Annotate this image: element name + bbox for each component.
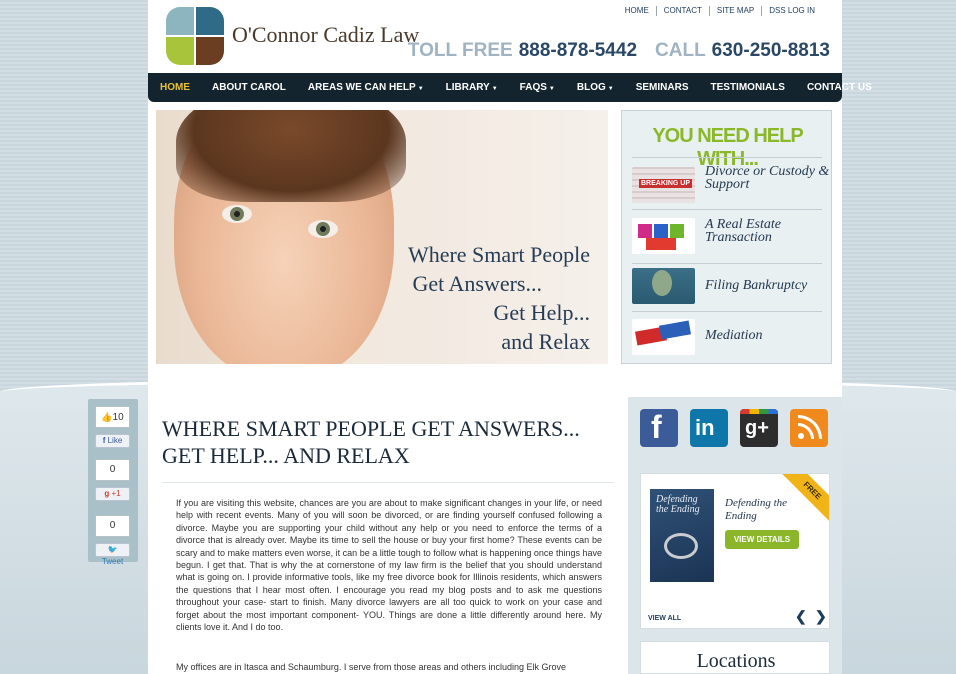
tweet-button[interactable]: 🐦 Tweet [95, 543, 130, 566]
help-item-label: Filing Bankruptcy [705, 278, 808, 293]
googleplus-icon[interactable]: g+ [740, 409, 778, 447]
facebook-icon: f [102, 436, 106, 445]
facebook-like-count: 👍10 [95, 406, 130, 428]
help-item-real-estate[interactable]: A Real Estate Transaction [632, 212, 827, 256]
gplus-button[interactable]: g +1 [95, 487, 130, 501]
google-icon: g [104, 489, 110, 498]
book-cover[interactable]: Defending the Ending [650, 489, 714, 582]
thumbs-up-icon: 👍 [101, 412, 113, 422]
breaking-up-thumb-icon: BREAKING UP [632, 167, 695, 203]
eye-icon [222, 205, 252, 223]
nav-home[interactable]: HOME [160, 82, 190, 93]
ring-icon [664, 533, 698, 559]
intro-paragraph: If you are visiting this website, chance… [176, 498, 602, 633]
share-widget: 👍10 f Like 0 g +1 0 🐦 Tweet [88, 399, 138, 566]
hero-line-2: Get Answers... [412, 271, 542, 296]
chevron-down-icon: ▼ [491, 86, 498, 92]
phone-numbers: TOLL FREE 888-878-5442 CALL 630-250-8813 [408, 40, 830, 62]
help-item-label: Divorce or Custody & Support [705, 164, 830, 192]
toplink-contact[interactable]: CONTACT [657, 6, 710, 16]
hero-tagline: Where Smart People Get Answers... Get He… [408, 240, 590, 356]
top-links: HOME CONTACT SITE MAP DSS LOG IN [618, 6, 822, 16]
divider [632, 157, 822, 158]
twitter-bird-icon: 🐦 [107, 545, 118, 554]
hero-child-hair [176, 110, 406, 202]
hero-banner: Where Smart People Get Answers... Get He… [156, 110, 608, 364]
offices-paragraph: My offices are in Itasca and Schaumburg.… [176, 662, 567, 672]
help-item-label: A Real Estate Transaction [705, 217, 781, 245]
brand-name[interactable]: O'Connor Cadiz Law [232, 22, 419, 48]
facebook-icon[interactable]: f [640, 409, 678, 447]
plus-one-label: +1 [111, 489, 121, 498]
nav-blog[interactable]: BLOG ▼ [577, 82, 614, 93]
tollfree-label: TOLL FREE [407, 40, 513, 61]
book-title[interactable]: Defending the Ending [725, 497, 805, 523]
facebook-like-button[interactable]: f Like [95, 434, 130, 448]
linkedin-icon[interactable]: in [690, 409, 728, 447]
conflict-resolution-thumb-icon [632, 319, 695, 355]
nav-library[interactable]: LIBRARY ▼ [446, 82, 498, 93]
site-header: O'Connor Cadiz Law HOME CONTACT SITE MAP… [148, 0, 842, 73]
book-cover-title: Defending the Ending [656, 494, 700, 515]
thumb-caption: BREAKING UP [639, 179, 693, 188]
prev-arrow-icon[interactable]: ❮ [795, 608, 807, 625]
nav-about-carol[interactable]: ABOUT CAROL [212, 82, 286, 93]
toplink-home[interactable]: HOME [618, 6, 657, 16]
page-title: WHERE SMART PEOPLE GET ANSWERS... GET HE… [162, 415, 602, 469]
main-nav: HOME ABOUT CAROL AREAS WE CAN HELP ▼ LIBR… [148, 73, 872, 102]
locations-title: Locations [696, 650, 776, 672]
page-title-line-1: WHERE SMART PEOPLE GET ANSWERS... [162, 416, 580, 441]
help-item-mediation[interactable]: Mediation [632, 313, 827, 357]
nav-seminars[interactable]: SEMINARS [636, 82, 689, 93]
houses-thumb-icon [632, 218, 695, 254]
help-item-divorce[interactable]: BREAKING UP Divorce or Custody & Support [632, 161, 830, 205]
nav-areas-we-can-help[interactable]: AREAS WE CAN HELP ▼ [308, 82, 424, 93]
tweet-label: Tweet [101, 557, 124, 566]
view-details-button[interactable]: VIEW DETAILS [725, 530, 799, 549]
toplink-dss-login[interactable]: DSS LOG IN [762, 6, 822, 16]
divider [632, 209, 822, 210]
chevron-down-icon: ▼ [548, 86, 555, 92]
chevron-down-icon: ▼ [607, 86, 614, 92]
rss-icon[interactable] [790, 409, 828, 447]
next-arrow-icon[interactable]: ❯ [815, 608, 827, 625]
view-all-link[interactable]: VIEW ALL [648, 615, 681, 622]
nav-contact-us[interactable]: CONTACT US [807, 82, 872, 93]
free-book-card: Defending the Ending FREE Defending the … [640, 473, 830, 629]
divider [632, 311, 822, 312]
help-item-label: Mediation [705, 328, 763, 343]
nav-testimonials[interactable]: TESTIMONIALS [711, 82, 785, 93]
hero-line-1: Where Smart People [407, 242, 590, 267]
help-panel: YOU NEED HELP WITH... BREAKING UP Divorc… [621, 110, 832, 364]
call-number[interactable]: 630-250-8813 [712, 40, 830, 62]
toplink-site-map[interactable]: SITE MAP [710, 6, 763, 16]
like-label: Like [107, 436, 123, 445]
divider [162, 482, 614, 483]
hero-line-4: and Relax [501, 329, 590, 354]
hero-line-3: Get Help... [493, 300, 590, 325]
help-item-bankruptcy[interactable]: Filing Bankruptcy [632, 262, 827, 306]
gplus-count: 0 [95, 459, 130, 481]
tollfree-number[interactable]: 888-878-5442 [519, 40, 637, 62]
locations-widget: Locations [640, 641, 830, 674]
nav-faqs[interactable]: FAQS ▼ [520, 82, 555, 93]
chevron-down-icon: ▼ [417, 86, 424, 92]
logo-icon[interactable] [166, 7, 224, 65]
eye-icon [308, 220, 338, 238]
money-thumb-icon [632, 268, 695, 304]
tweet-count: 0 [95, 515, 130, 537]
page-title-line-2: GET HELP... AND RELAX [162, 443, 410, 468]
call-label: CALL [655, 40, 706, 61]
